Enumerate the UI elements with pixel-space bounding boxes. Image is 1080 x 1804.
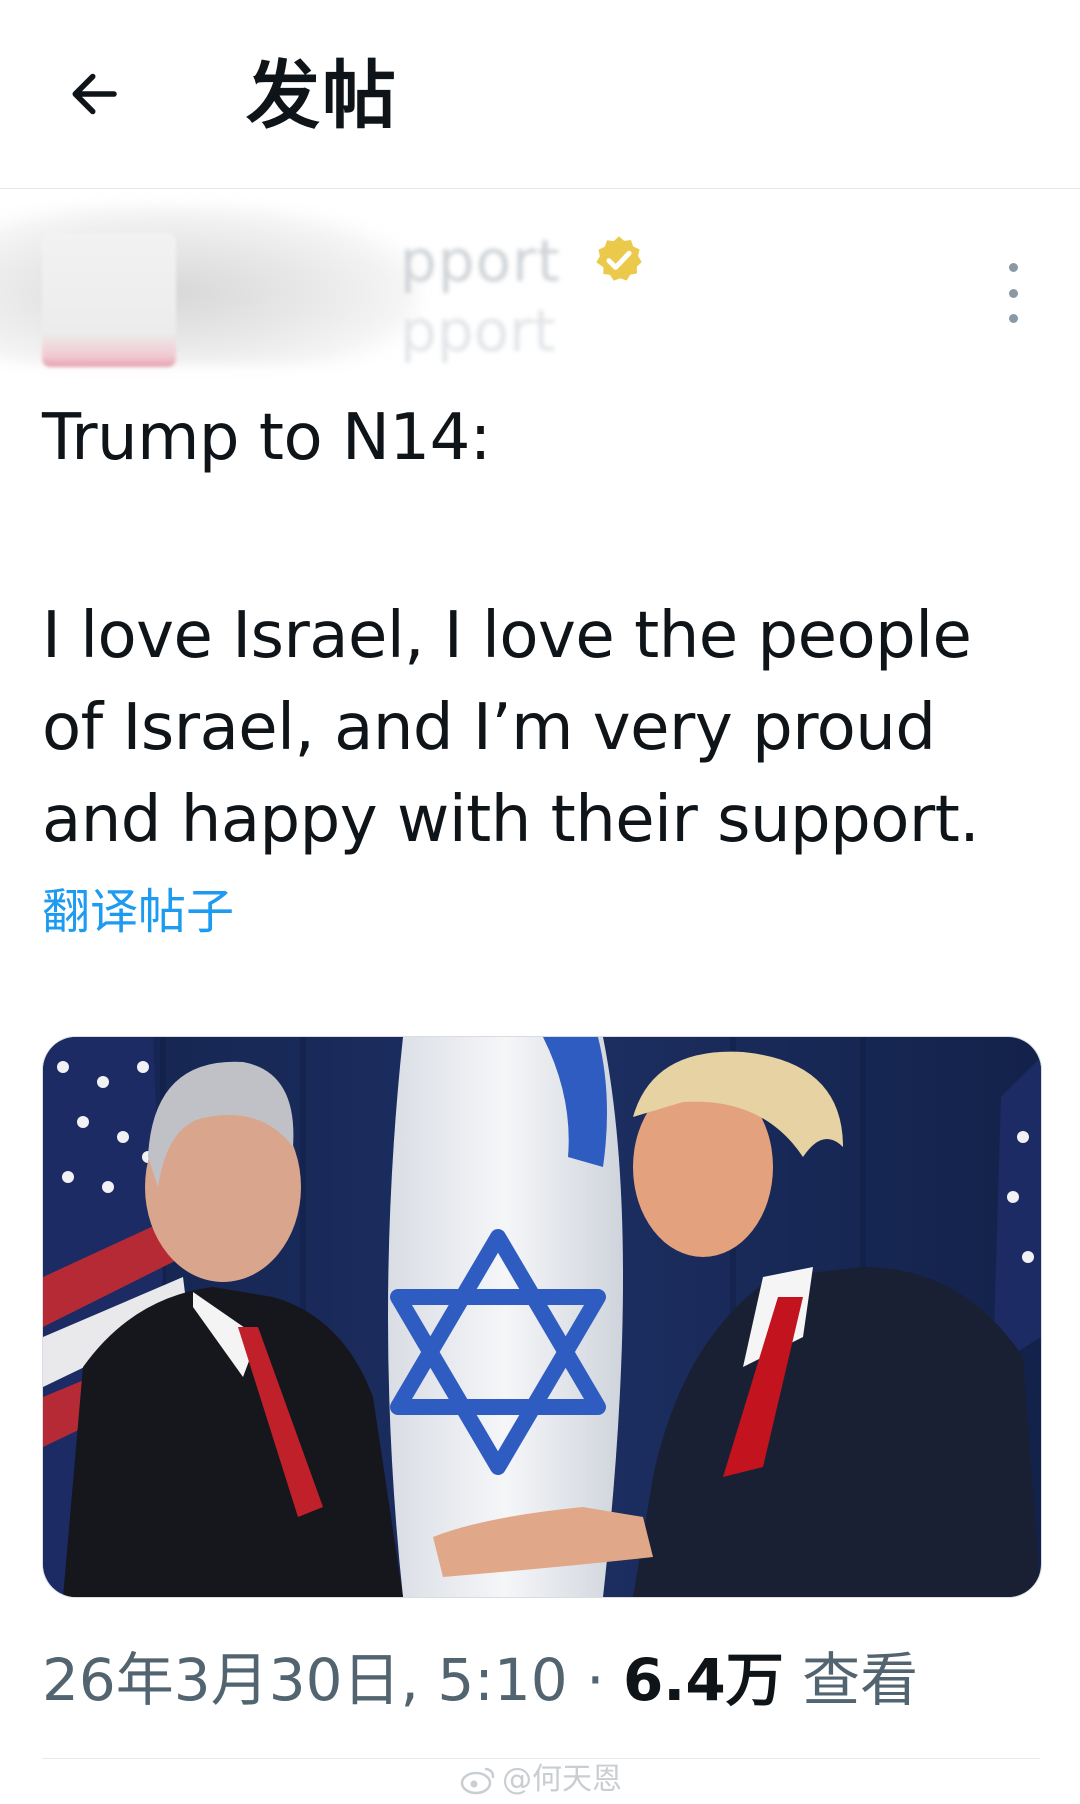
back-button[interactable] <box>52 52 136 136</box>
watermark: @何天恩 <box>460 1760 622 1800</box>
photo-illustration <box>43 1037 1041 1597</box>
post-text-line: of Israel, and I’m very proud <box>42 691 936 765</box>
divider <box>42 1758 1040 1759</box>
post-meta: 26年3月30日, 5:10 · 6.4万 查看 <box>42 1640 918 1720</box>
translate-post-link[interactable]: 翻译帖子 <box>42 880 234 944</box>
arrow-left-icon <box>72 73 117 115</box>
page-title: 发帖 <box>246 53 398 139</box>
author-name[interactable]: pport <box>400 227 561 295</box>
watermark-text: @何天恩 <box>502 1762 622 1797</box>
more-vertical-icon <box>1008 263 1018 272</box>
post-text-heading: Trump to N14: <box>42 401 491 475</box>
views-label: 查看 <box>783 1646 919 1714</box>
verified-badge-icon <box>596 236 642 281</box>
post-author-row: pport pport <box>0 205 1080 375</box>
top-bar: 发帖 <box>0 0 1080 189</box>
post-timestamp[interactable]: 26年3月30日, 5:10 <box>42 1646 568 1714</box>
weibo-logo-icon <box>460 1767 495 1795</box>
post-image[interactable] <box>42 1036 1042 1598</box>
post-text-body: I love Israel, I love the people of Isra… <box>42 590 1042 866</box>
more-options-button[interactable] <box>990 263 1036 323</box>
avatar[interactable] <box>42 233 176 367</box>
meta-separator: · <box>567 1646 623 1714</box>
post-text-line: I love Israel, I love the people <box>42 599 972 673</box>
author-handle[interactable]: pport <box>400 297 556 365</box>
post-text-line: and happy with their support. <box>42 783 980 857</box>
views-count: 6.4万 <box>622 1646 784 1714</box>
